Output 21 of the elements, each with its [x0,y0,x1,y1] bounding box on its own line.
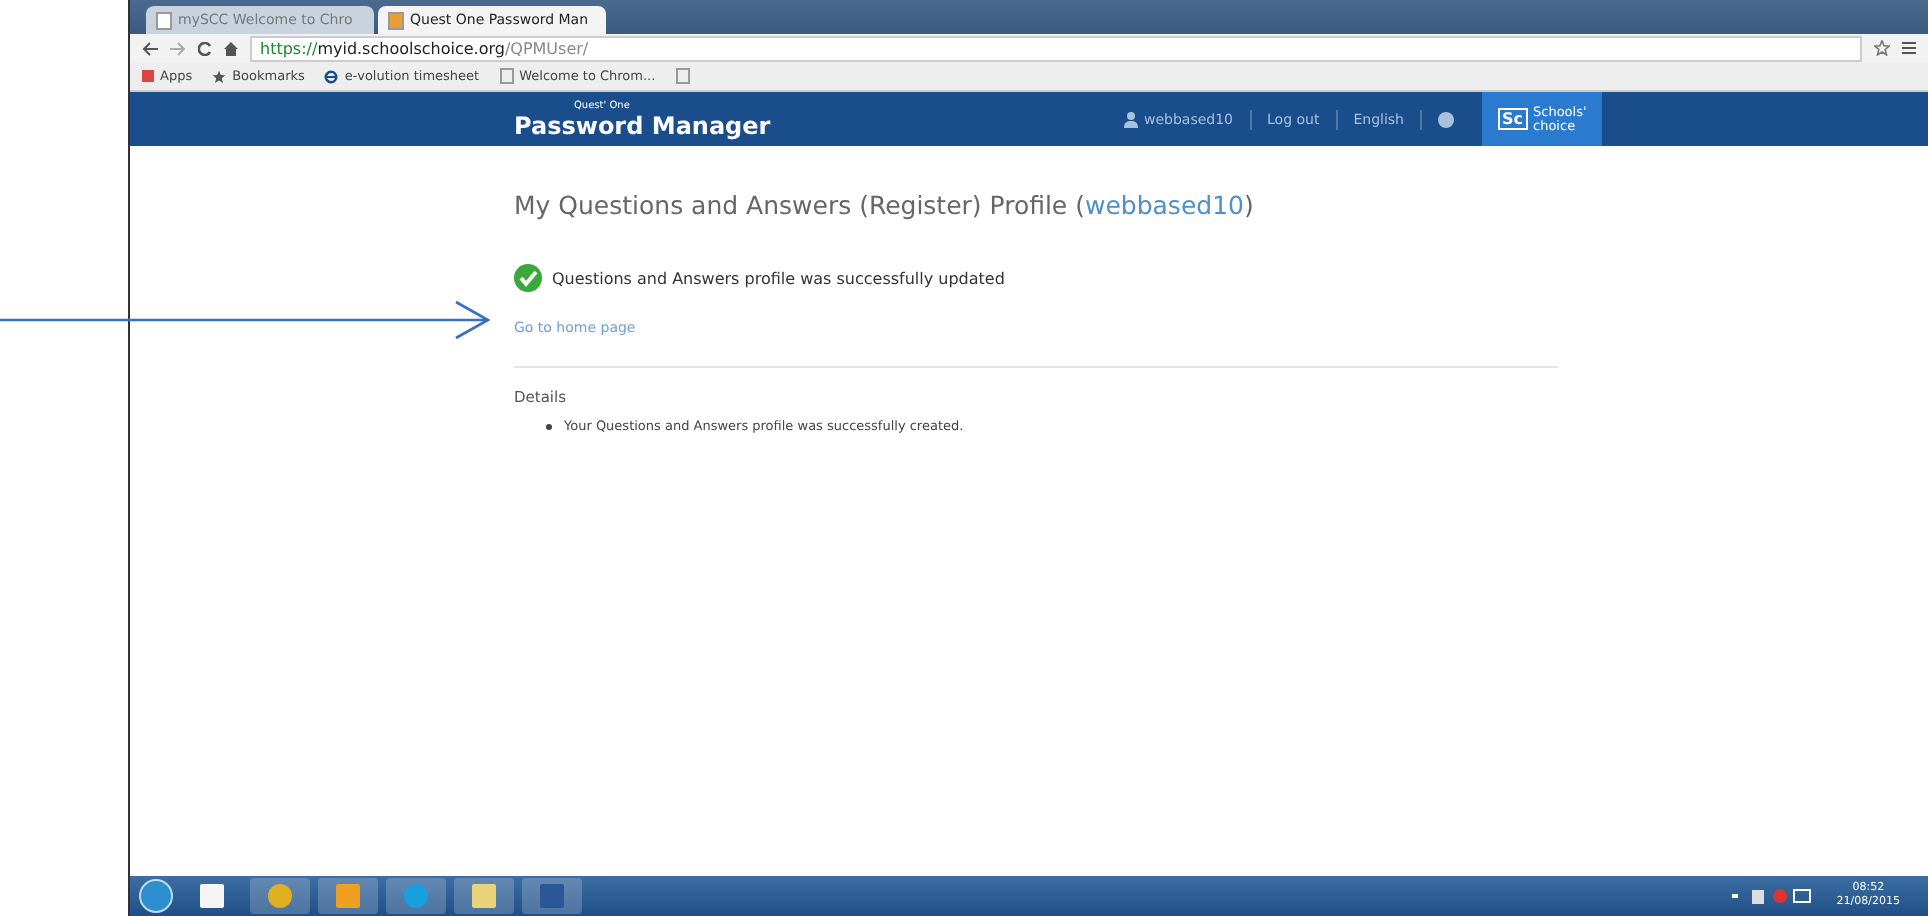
tray-icons [1732,886,1813,906]
page-icon[interactable] [675,68,690,84]
globe-icon[interactable] [324,69,339,83]
forward-icon[interactable] [170,41,186,55]
checkmark-icon [514,264,542,292]
star-icon[interactable] [1874,40,1890,56]
success-message: Questions and Answers profile was successfully updated [552,269,1005,287]
brand-title: Password Manager [514,111,771,139]
home-icon[interactable] [224,41,238,55]
taskbar-app-icon[interactable] [454,878,514,914]
start-button[interactable] [138,878,174,914]
star-icon[interactable] [212,69,227,83]
back-icon[interactable] [142,41,158,55]
address-field[interactable]: https://myid.schoolschoice.org/QPMUser/ [250,35,1862,61]
reload-icon[interactable] [198,41,212,55]
page-icon[interactable] [499,68,514,84]
user-icon [1124,111,1138,127]
bullet-icon [546,424,552,430]
page-title: My Questions and Answers (Register) Profile (webbased10) [514,190,1256,220]
menu-icon[interactable] [1902,42,1916,54]
help-icon[interactable] [1438,111,1454,127]
